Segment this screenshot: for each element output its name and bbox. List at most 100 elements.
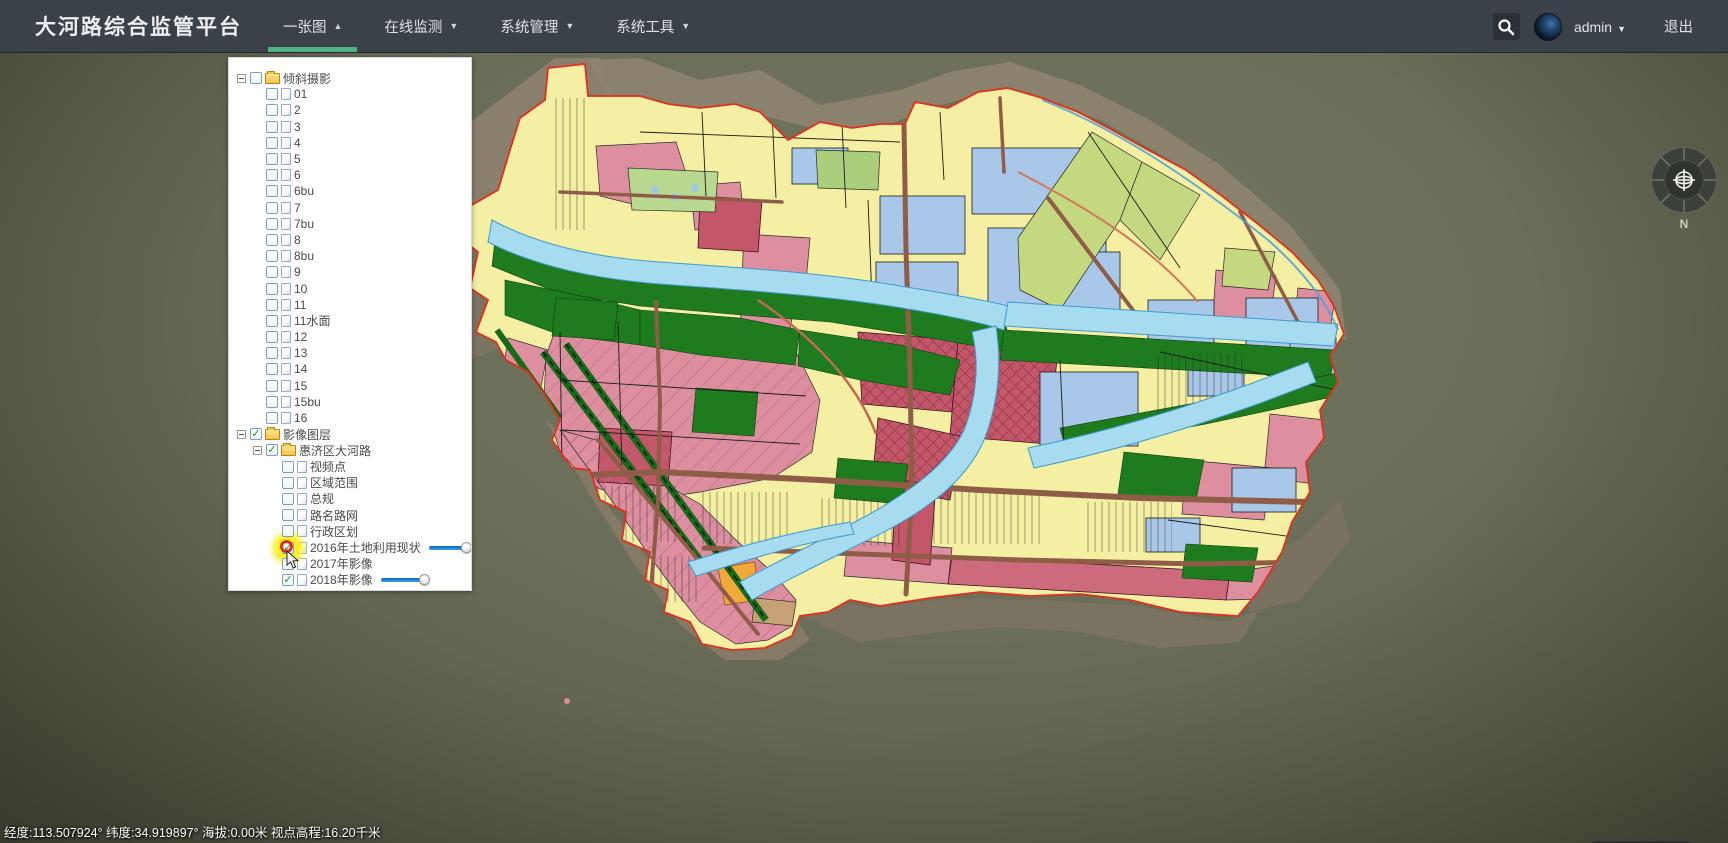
layer-label[interactable]: 7bu [294,217,314,231]
layer-checkbox[interactable] [266,88,278,100]
layer-label[interactable]: 14 [294,362,307,376]
map-speck [564,698,570,704]
layer-checkbox[interactable] [266,283,278,295]
layer-label[interactable]: 12 [294,330,307,344]
checkbox-wrap [266,347,278,359]
user-menu[interactable]: admin▼ [1574,19,1626,35]
layer-label[interactable]: 区域范围 [310,474,358,491]
layer-checkbox[interactable] [266,104,278,116]
checkbox-wrap [266,412,278,424]
layer-label[interactable]: 01 [294,87,307,101]
layer-label[interactable]: 5 [294,152,301,166]
layer-checkbox[interactable] [266,299,278,311]
layer-row: 15bu [229,394,471,410]
layer-checkbox[interactable] [266,185,278,197]
layer-label[interactable]: 2016年土地利用现状 [310,539,421,556]
layer-checkbox[interactable] [266,202,278,214]
search-button[interactable] [1493,13,1520,40]
layer-label[interactable]: 15 [294,379,307,393]
layer-row: 8bu [229,248,471,264]
layer-label[interactable]: 影像图层 [283,426,331,443]
layer-checkbox[interactable] [266,315,278,327]
tree-collapse-icon[interactable] [253,446,262,455]
checkbox-wrap [282,493,294,505]
layer-checkbox[interactable] [282,493,294,505]
layer-label[interactable]: 6 [294,168,301,182]
layer-checkbox[interactable] [266,153,278,165]
layer-label[interactable]: 总规 [310,490,334,507]
layer-checkbox[interactable] [282,509,294,521]
layer-checkbox[interactable] [266,347,278,359]
layer-label[interactable]: 视频点 [310,458,346,475]
layer-checkbox[interactable] [266,137,278,149]
layer-label[interactable]: 3 [294,120,301,134]
layer-checkbox[interactable]: ✓ [282,574,294,586]
layer-label[interactable]: 惠济区大河路 [299,442,371,459]
layer-checkbox[interactable] [282,477,294,489]
layer-checkbox[interactable] [250,72,262,84]
menu-item-1[interactable]: 在线监测▼ [376,0,466,52]
slider-knob[interactable] [419,574,430,585]
layer-label[interactable]: 8bu [294,249,314,263]
layer-checkbox[interactable] [266,266,278,278]
layer-row: ✓ 惠济区大河路 [229,442,471,458]
layer-label[interactable]: 2018年影像 [310,571,373,588]
document-icon [281,363,291,375]
slider-knob[interactable] [461,542,472,553]
layer-checkbox[interactable] [266,169,278,181]
layer-checkbox[interactable] [266,380,278,392]
menu-item-0[interactable]: 一张图▲ [275,0,350,52]
user-avatar[interactable] [1534,13,1562,41]
layer-checkbox[interactable] [266,250,278,262]
tree-collapse-icon[interactable] [237,430,246,439]
folder-icon [281,445,296,456]
checkbox-wrap: ✓ [282,574,294,586]
checkbox-wrap: ✓ [282,542,294,554]
layer-checkbox[interactable] [266,412,278,424]
layer-label[interactable]: 7 [294,201,301,215]
document-icon [281,137,291,149]
layer-label[interactable]: 2 [294,103,301,117]
layer-tree: 倾斜摄影01 2 3 4 5 6 6bu 7 7bu 8 8bu 9 10 1111水面12 13 14 15 1… [229,70,471,588]
layer-label[interactable]: 倾斜摄影 [283,70,331,87]
layer-label[interactable]: 8 [294,233,301,247]
layer-checkbox[interactable] [266,218,278,230]
app-title: 大河路综合监管平台 [35,11,242,41]
layer-label[interactable]: 16 [294,411,307,425]
layer-label[interactable]: 15bu [294,395,321,409]
compass-control[interactable]: N [1649,145,1719,233]
layer-label[interactable]: 10 [294,282,307,296]
layer-label[interactable]: 6bu [294,184,314,198]
layer-checkbox[interactable]: ✓ [250,428,262,440]
layer-label[interactable]: 行政区划 [310,523,358,540]
document-icon [281,234,291,246]
menu-item-2[interactable]: 系统管理▼ [492,0,582,52]
layer-label[interactable]: 11 [294,298,306,312]
layer-checkbox[interactable] [266,121,278,133]
layer-row: 10 [229,280,471,296]
layer-label[interactable]: 11水面 [294,312,330,329]
opacity-slider[interactable] [429,546,467,550]
layer-label[interactable]: 路名路网 [310,507,358,524]
layer-label[interactable]: 4 [294,136,301,150]
layer-row: ✓ 2016年土地利用现状 [229,539,471,555]
layer-checkbox[interactable] [266,363,278,375]
opacity-slider[interactable] [381,578,425,582]
menu-item-3[interactable]: 系统工具▼ [608,0,698,52]
layer-label[interactable]: 9 [294,265,301,279]
layer-checkbox[interactable] [282,461,294,473]
layer-row: 总规 [229,491,471,507]
layer-label[interactable]: 13 [294,346,307,360]
document-icon [297,477,307,489]
logout-button[interactable]: 退出 [1664,16,1693,37]
layer-checkbox[interactable] [282,525,294,537]
layer-row: 11 [229,297,471,313]
layer-checkbox[interactable] [266,234,278,246]
document-icon [281,380,291,392]
layer-tree-panel: 倾斜摄影01 2 3 4 5 6 6bu 7 7bu 8 8bu 9 10 1111水面12 13 14 15 1… [228,57,472,591]
tree-collapse-icon[interactable] [237,74,246,83]
layer-label[interactable]: 2017年影像 [310,555,373,572]
layer-checkbox[interactable] [266,331,278,343]
layer-checkbox[interactable]: ✓ [266,444,278,456]
layer-checkbox[interactable] [266,396,278,408]
